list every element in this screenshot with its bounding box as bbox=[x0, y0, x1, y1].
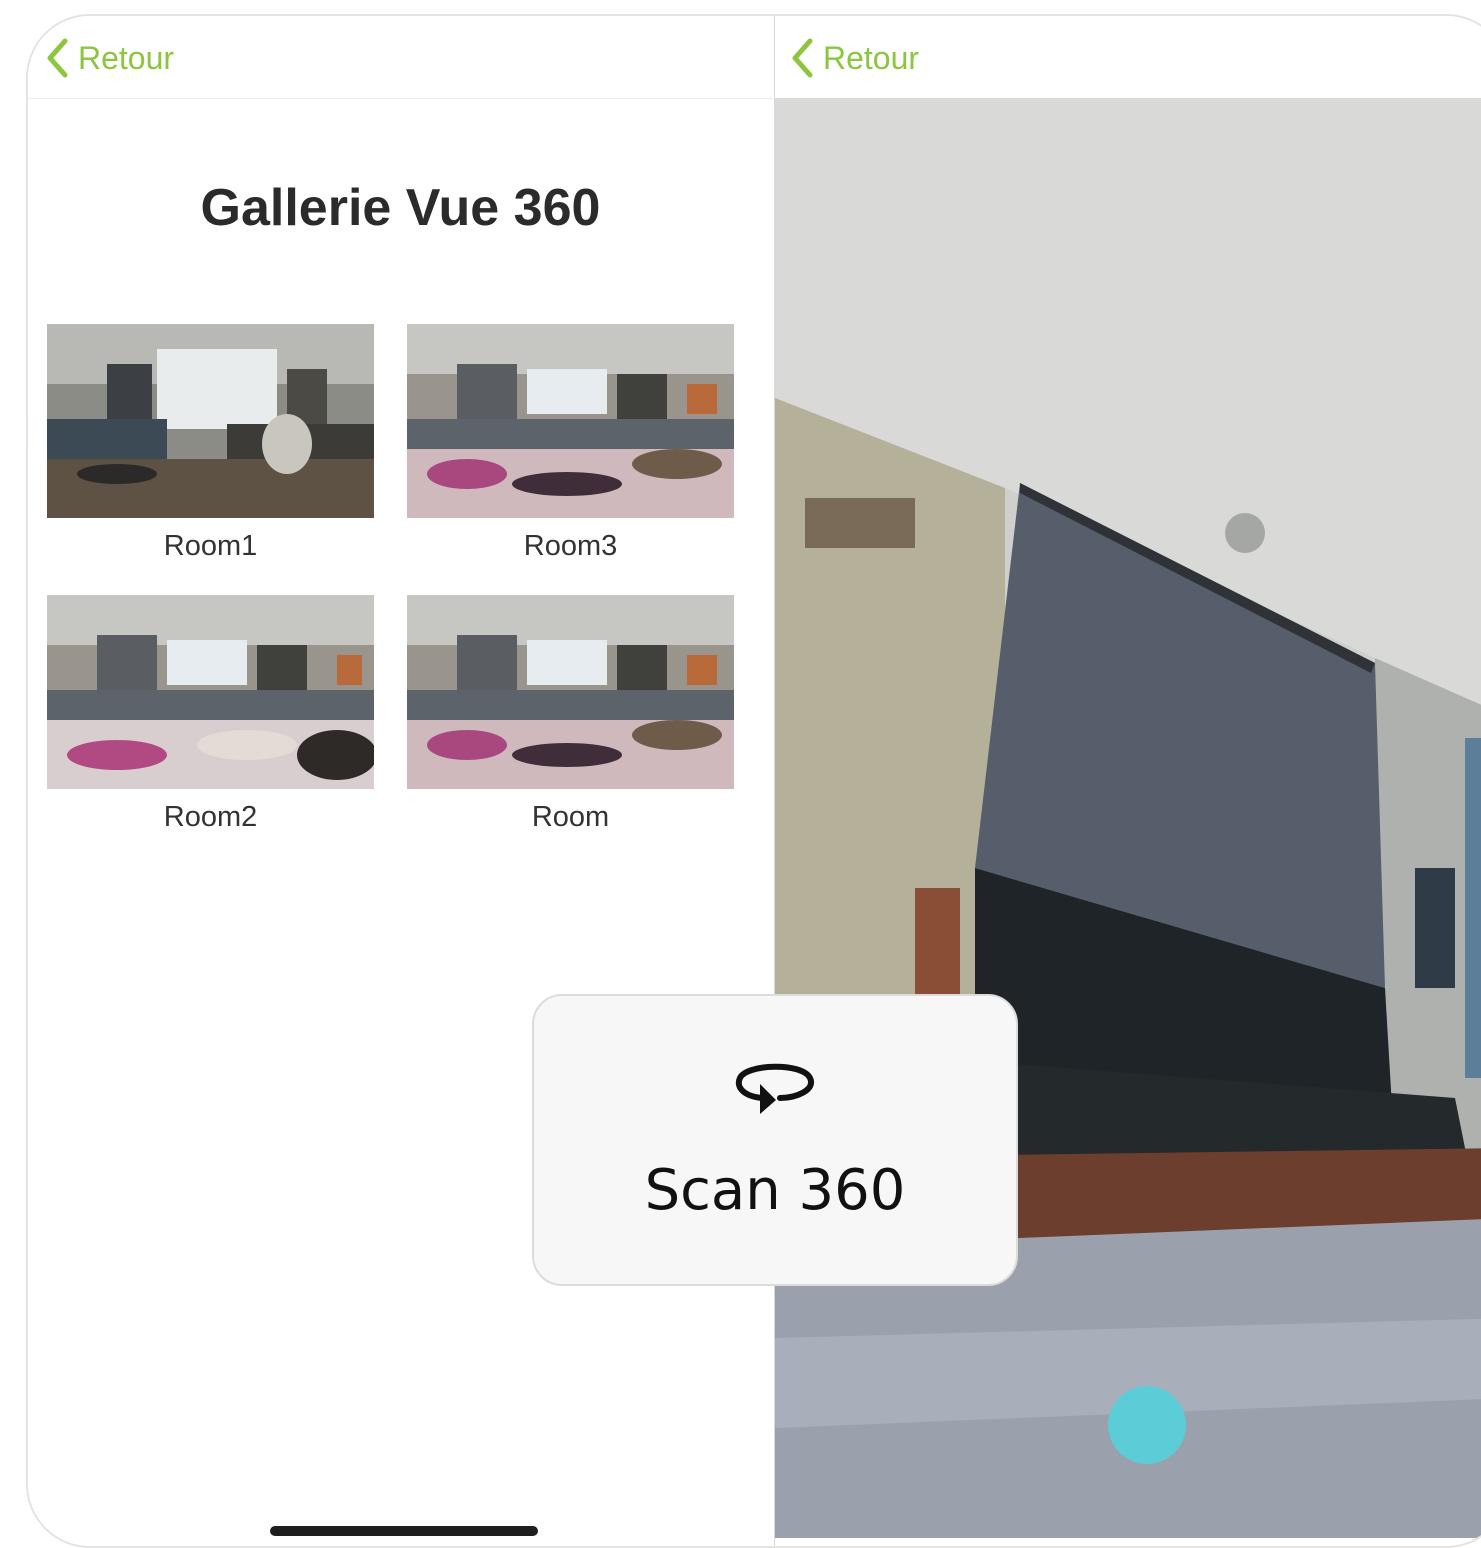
panorama-view-image bbox=[775, 98, 1481, 1538]
chevron-left-icon bbox=[47, 38, 68, 78]
back-label: Retour bbox=[78, 39, 175, 76]
back-label: Retour bbox=[823, 39, 920, 76]
room-thumbnail-room3[interactable]: Room3 bbox=[407, 324, 734, 562]
rotate-360-icon bbox=[735, 1063, 814, 1114]
room-label: Room3 bbox=[523, 530, 618, 562]
panorama-image bbox=[407, 595, 734, 789]
page-title: Gallerie Vue 360 bbox=[200, 179, 601, 237]
room-thumbnail-room1[interactable]: Room1 bbox=[47, 324, 374, 562]
panorama-image bbox=[407, 324, 734, 518]
home-indicator bbox=[270, 1526, 538, 1536]
capture-button[interactable] bbox=[1108, 1386, 1186, 1464]
device-frame: Retour Gallerie Vue 360 Room1 Room3 Room… bbox=[26, 14, 1481, 1548]
chevron-left-icon bbox=[792, 38, 813, 78]
room-thumbnail-room[interactable]: Room bbox=[407, 595, 734, 833]
room-thumbnail-room2[interactable]: Room2 bbox=[47, 595, 374, 833]
viewer-screen: Retour bbox=[774, 16, 1481, 1546]
viewer-back-button[interactable]: Retour bbox=[791, 38, 919, 78]
gallery-screen: Retour Gallerie Vue 360 Room1 Room3 Room… bbox=[28, 16, 773, 1546]
room-label: Room bbox=[531, 801, 610, 833]
panorama-image bbox=[47, 595, 374, 789]
gallery-nav-bar: Retour bbox=[28, 16, 773, 99]
panorama-viewer[interactable] bbox=[775, 98, 1481, 1538]
room-label: Room2 bbox=[163, 801, 258, 833]
viewer-nav-bar: Retour bbox=[775, 16, 1481, 98]
gallery-back-button[interactable]: Retour bbox=[46, 38, 174, 78]
panorama-image bbox=[47, 324, 374, 518]
room-label: Room1 bbox=[163, 530, 258, 562]
scan-360-label: Scan 360 bbox=[644, 1158, 906, 1223]
scan-360-card[interactable]: Scan 360 bbox=[532, 994, 1018, 1286]
